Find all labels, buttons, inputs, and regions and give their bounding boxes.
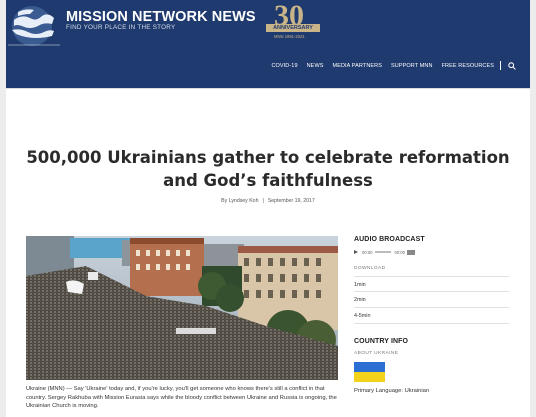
anniversary-ribbon: ANNIVERSARY: [266, 24, 320, 32]
download-link-1min[interactable]: 1min: [354, 276, 509, 292]
download-link-4-5min[interactable]: 4-5min: [354, 308, 509, 324]
primary-language: Primary Language: Ukrainian: [354, 388, 430, 394]
article-title: 500,000 Ukrainians gather to celebrate r…: [26, 148, 510, 190]
audio-player: 00:00 00:00: [354, 248, 509, 256]
author-link[interactable]: By Lyndsey Koh: [221, 198, 258, 204]
nav-item-media-partners[interactable]: MEDIA PARTNERS: [333, 63, 383, 69]
nav-item-free-resources[interactable]: FREE RESOURCES: [442, 63, 494, 69]
flag-yellow-stripe: [354, 372, 385, 382]
anniversary-badge: 30 ANNIVERSARY MNN 1991-2021: [264, 0, 324, 42]
download-label: DOWNLOAD: [354, 266, 386, 271]
site-tagline: FIND YOUR PLACE IN THE STORY: [66, 24, 176, 31]
download-list: 1min 2min 4-5min: [354, 276, 509, 324]
play-icon[interactable]: [354, 250, 358, 254]
player-current-time: 00:00: [362, 249, 373, 255]
site-title[interactable]: MISSION NETWORK NEWS: [66, 9, 256, 25]
globe-logo-icon[interactable]: [8, 4, 60, 46]
audio-broadcast-heading: AUDIO BROADCAST: [354, 236, 425, 243]
anniversary-years: MNN 1991-2021: [274, 34, 305, 39]
article-photo: [26, 236, 338, 380]
nav-divider: [500, 61, 501, 70]
header-divider: [6, 88, 530, 89]
publish-date: September 19, 2017: [267, 198, 315, 204]
main-nav: COVID-19 NEWS MEDIA PARTNERS SUPPORT MNN…: [262, 61, 516, 70]
player-duration: 00:00: [394, 249, 405, 255]
nav-item-covid[interactable]: COVID-19: [271, 63, 297, 69]
download-link-2min[interactable]: 2min: [354, 292, 509, 308]
player-progress-bar[interactable]: [375, 251, 392, 253]
site-header: MISSION NETWORK NEWS FIND YOUR PLACE IN …: [6, 0, 530, 88]
nav-item-support[interactable]: SUPPORT MNN: [391, 63, 433, 69]
sidebar: AUDIO BROADCAST 00:00 00:00 DOWNLOAD 1mi…: [354, 236, 509, 394]
search-icon[interactable]: [508, 61, 516, 70]
ukraine-flag: [354, 362, 385, 382]
about-country-label: ABOUT UKRAINE: [354, 351, 399, 356]
byline: By Lyndsey Koh | September 19, 2017: [221, 198, 315, 204]
country-info-heading: COUNTRY INFO: [354, 338, 409, 345]
article-lead: Ukraine (MNN) — Say 'Ukraine' today and,…: [26, 386, 337, 409]
volume-icon[interactable]: [406, 249, 415, 255]
flag-blue-stripe: [354, 362, 385, 372]
nav-item-news[interactable]: NEWS: [307, 63, 324, 69]
